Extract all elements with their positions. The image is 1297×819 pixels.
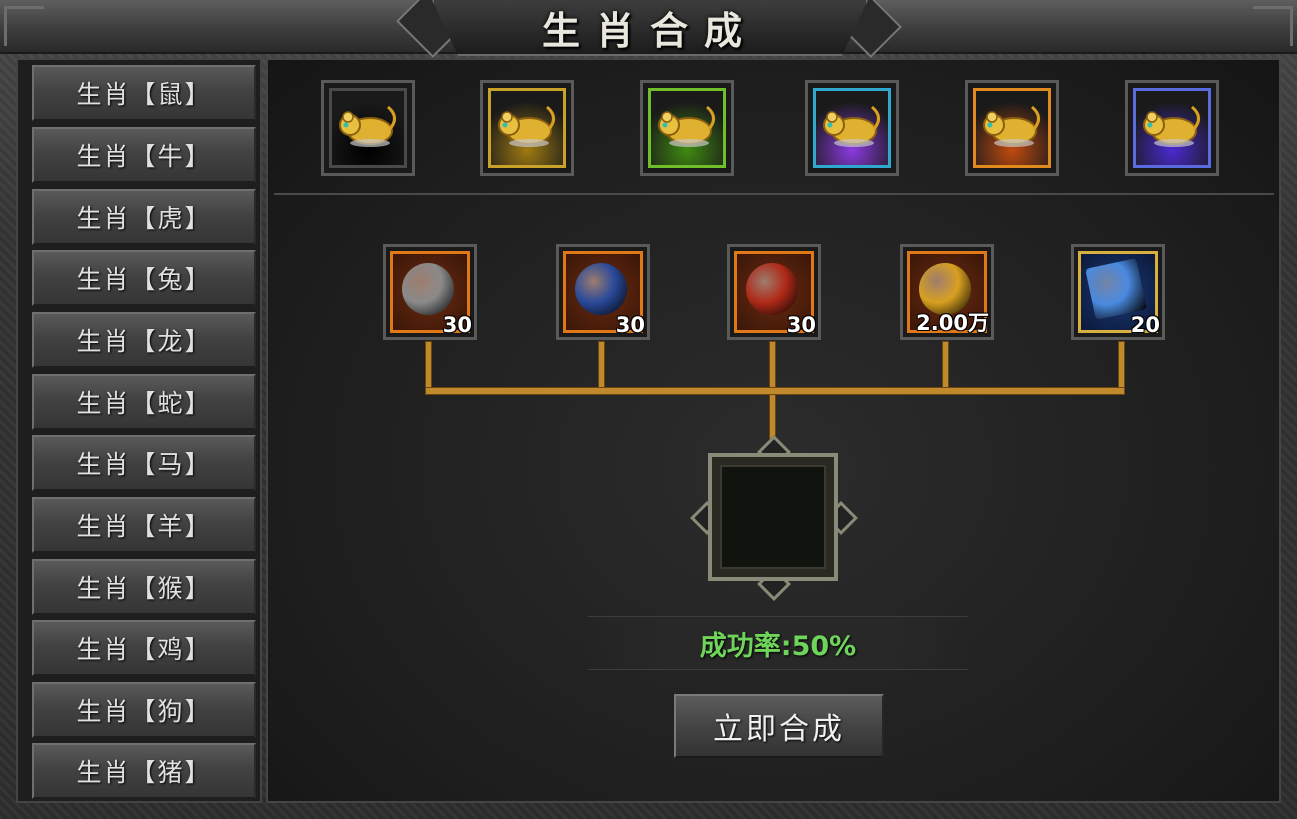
golden-rat-icon — [495, 101, 557, 149]
zodiac-tier-slot[interactable] — [805, 80, 899, 176]
zodiac-tab-goat[interactable]: 生肖【羊】 — [32, 497, 256, 553]
golden-rat-icon — [820, 101, 882, 149]
zodiac-tab-pig[interactable]: 生肖【猪】 — [32, 743, 256, 799]
zodiac-tab-rabbit[interactable]: 生肖【兔】 — [32, 250, 256, 306]
zodiac-tab-dragon[interactable]: 生肖【龙】 — [32, 312, 256, 368]
material-slot[interactable]: 2.00万 — [900, 244, 994, 340]
material-quantity: 30 — [786, 313, 816, 337]
material-quantity: 20 — [1130, 313, 1160, 337]
title-plate: 生肖合成 — [432, 0, 868, 56]
golden-rat-icon — [655, 101, 717, 149]
zodiac-tab-snake[interactable]: 生肖【蛇】 — [32, 374, 256, 430]
zodiac-tab-rat[interactable]: 生肖【鼠】 — [32, 65, 256, 121]
connector-line — [943, 342, 948, 392]
zodiac-tier-slot[interactable] — [640, 80, 734, 176]
frame-corner-ornament — [1253, 6, 1293, 46]
zodiac-tab-tiger[interactable]: 生肖【虎】 — [32, 189, 256, 245]
material-quantity: 30 — [615, 313, 645, 337]
blue-orb-icon — [575, 263, 627, 315]
result-slot-inner — [720, 465, 826, 569]
zodiac-tab-dog[interactable]: 生肖【狗】 — [32, 682, 256, 738]
frame-corner-ornament — [4, 6, 44, 46]
zodiac-tab-rooster[interactable]: 生肖【鸡】 — [32, 620, 256, 676]
compose-button[interactable]: 立即合成 — [674, 694, 884, 758]
zodiac-tab-ox[interactable]: 生肖【牛】 — [32, 127, 256, 183]
divider — [274, 193, 1274, 195]
zodiac-tab-monkey[interactable]: 生肖【猴】 — [32, 559, 256, 615]
golden-rat-icon — [336, 101, 398, 149]
zodiac-sidebar: 生肖【鼠】 生肖【牛】 生肖【虎】 生肖【兔】 生肖【龙】 生肖【蛇】 生肖【马… — [16, 58, 262, 803]
material-slot[interactable]: 30 — [383, 244, 477, 340]
zodiac-tier-slot[interactable] — [480, 80, 574, 176]
material-slot[interactable]: 20 — [1071, 244, 1165, 340]
sky-crystal-icon — [1085, 258, 1147, 320]
connector-line — [426, 342, 431, 392]
result-slot[interactable] — [708, 453, 838, 581]
window-title: 生肖合成 — [541, 7, 758, 53]
material-slot[interactable]: 30 — [556, 244, 650, 340]
material-slot[interactable]: 30 — [727, 244, 821, 340]
golden-rat-icon — [980, 101, 1042, 149]
connector-bar — [426, 388, 1124, 394]
synthesis-panel: 30 30 30 2.00万 20 成功率:50% 立即合成 — [266, 58, 1281, 803]
zodiac-tier-slot[interactable] — [321, 80, 415, 176]
golden-rat-icon — [1140, 101, 1202, 149]
material-quantity: 30 — [442, 313, 472, 337]
connector-line — [1119, 342, 1124, 392]
red-orb-icon — [746, 263, 798, 315]
material-quantity: 2.00万 — [916, 311, 989, 335]
zodiac-tier-slot[interactable] — [965, 80, 1059, 176]
zodiac-tier-slot[interactable] — [1125, 80, 1219, 176]
connector-line — [599, 342, 604, 392]
success-rate: 成功率:50% — [699, 631, 857, 662]
seal-token-icon — [402, 263, 454, 315]
zodiac-tab-horse[interactable]: 生肖【马】 — [32, 435, 256, 491]
